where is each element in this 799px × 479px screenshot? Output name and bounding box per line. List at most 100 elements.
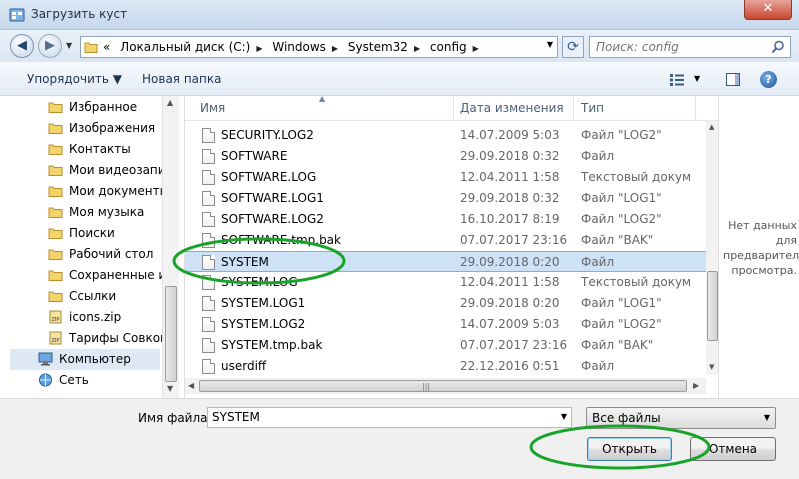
file-row[interactable]: SOFTWARE 29.09.2018 0:32 Файл xyxy=(185,146,708,167)
column-divider[interactable] xyxy=(573,96,574,121)
refresh-icon: ⟳ xyxy=(567,39,579,55)
navigation-pane-scrollbar[interactable]: ▲ ▼ xyxy=(162,96,179,398)
forward-button[interactable]: ▶ xyxy=(38,34,62,58)
view-dropdown-icon[interactable]: ▼ xyxy=(694,74,700,83)
breadcrumb-overflow[interactable]: « xyxy=(103,40,110,54)
column-header-name[interactable]: Имя xyxy=(200,101,225,115)
sidebar-item-label: Рабочий стол xyxy=(69,247,154,261)
file-icon xyxy=(202,212,215,227)
file-name: SOFTWARE.LOG2 xyxy=(221,212,324,226)
sidebar-item-searches[interactable]: Поиски xyxy=(48,223,178,244)
file-type: Файл xyxy=(581,149,615,163)
scroll-down-icon[interactable]: ▼ xyxy=(167,384,173,393)
file-row[interactable]: SYSTEM.LOG2 14.07.2009 5:03 Файл "LOG2" xyxy=(185,314,708,335)
sidebar-item-sovcombank-tariffs[interactable]: ZIPТарифы Совкомбанк xyxy=(48,328,178,349)
help-icon[interactable]: ? xyxy=(760,71,777,88)
title-bar: Загрузить куст ✕ xyxy=(0,0,799,30)
sidebar-item-computer[interactable]: Компьютер xyxy=(10,349,160,370)
folder-icon xyxy=(48,268,63,282)
filename-field[interactable] xyxy=(212,410,552,424)
preview-pane-toggle-icon[interactable] xyxy=(726,73,740,86)
new-folder-button[interactable]: Новая папка xyxy=(142,72,221,86)
breadcrumb-windows[interactable]: Windows xyxy=(272,40,326,54)
chevron-right-icon[interactable]: ▶ xyxy=(256,44,262,53)
command-bar: Упорядочить ▼ Новая папка ▼ ? xyxy=(0,62,799,96)
sidebar-item-music[interactable]: Моя музыка xyxy=(48,202,178,223)
scroll-down-icon[interactable]: ▼ xyxy=(709,363,714,371)
sidebar-item-desktop[interactable]: Рабочий стол xyxy=(48,244,178,265)
sidebar-item-label: Изображения xyxy=(69,121,156,135)
scroll-left-icon[interactable]: ◀ xyxy=(188,381,194,390)
file-type-filter-select[interactable]: Все файлы ▼ xyxy=(586,407,776,429)
folder-icon xyxy=(48,184,63,198)
scrollbar-thumb[interactable] xyxy=(165,286,177,382)
column-header-type[interactable]: Тип xyxy=(581,101,604,115)
file-row[interactable]: SECURITY.LOG2 14.07.2009 5:03 Файл "LOG2" xyxy=(185,125,708,146)
sidebar-item-network[interactable]: Сеть xyxy=(38,370,178,391)
address-dropdown-icon[interactable]: ▼ xyxy=(547,40,553,49)
file-type-filter-value: Все файлы xyxy=(592,411,661,425)
file-row[interactable]: SYSTEM.LOG 12.04.2011 1:58 Текстовый докум… xyxy=(185,272,708,293)
filename-combobox[interactable]: ▼ xyxy=(207,407,572,428)
sidebar-item-videos[interactable]: Мои видеозаписи xyxy=(48,160,178,181)
sidebar-item-links[interactable]: Ссылки xyxy=(48,286,178,307)
sidebar-item-pictures[interactable]: Изображения xyxy=(48,118,178,139)
view-options-icon[interactable] xyxy=(670,74,684,86)
cancel-button[interactable]: Отмена xyxy=(690,437,776,461)
breadcrumb-system32[interactable]: System32 xyxy=(348,40,408,54)
refresh-button[interactable]: ⟳ xyxy=(562,36,584,58)
sidebar-item-icons-zip[interactable]: ZIP icons.zip xyxy=(48,307,178,328)
file-row[interactable]: SOFTWARE.tmp.bak 07.07.2017 23:16 Файл "BA… xyxy=(185,230,708,251)
file-name: userdiff xyxy=(221,359,267,373)
scroll-up-icon[interactable]: ▲ xyxy=(709,123,714,131)
file-row[interactable]: SOFTWARE.LOG1 29.09.2018 0:32 Файл "LOG1" xyxy=(185,188,708,209)
file-name: SECURITY.LOG2 xyxy=(221,128,314,142)
column-divider[interactable] xyxy=(695,96,696,121)
file-row[interactable]: userdiff 22.12.2016 0:51 Файл xyxy=(185,356,708,377)
sidebar-item-saved-games[interactable]: Сохраненные игры xyxy=(48,265,178,286)
chevron-right-icon[interactable]: ▶ xyxy=(332,44,338,53)
svg-text:ZIP: ZIP xyxy=(52,338,60,344)
file-icon xyxy=(202,359,215,374)
recent-pages-dropdown-icon[interactable]: ▼ xyxy=(66,41,72,50)
folder-icon xyxy=(48,163,63,177)
breadcrumb-config[interactable]: config xyxy=(430,40,467,54)
address-bar[interactable]: « Локальный диск (C:) ▶ Windows ▶ System32… xyxy=(80,36,558,58)
file-name: SYSTEM xyxy=(221,255,269,269)
search-input[interactable] xyxy=(596,40,766,54)
grip-icon: ||| xyxy=(422,382,431,391)
column-header-date[interactable]: Дата изменения xyxy=(460,101,564,115)
scrollbar-thumb[interactable] xyxy=(707,271,718,341)
file-date: 14.07.2009 5:03 xyxy=(460,128,560,142)
scroll-up-icon[interactable]: ▲ xyxy=(167,98,173,107)
file-row[interactable]: SYSTEM.tmp.bak 07.07.2017 23:16 Файл "BAK" xyxy=(185,335,708,356)
close-button[interactable]: ✕ xyxy=(744,0,792,20)
search-icon[interactable] xyxy=(771,40,785,54)
file-row[interactable]: SYSTEM.LOG1 29.09.2018 0:20 Файл "LOG1" xyxy=(185,293,708,314)
sidebar-item-favorites[interactable]: Избранное xyxy=(48,97,178,118)
file-type: Файл "LOG2" xyxy=(581,317,662,331)
chevron-right-icon[interactable]: ▶ xyxy=(414,44,420,53)
sidebar-item-contacts[interactable]: Контакты xyxy=(48,139,178,160)
file-list-horizontal-scrollbar[interactable]: ◀ ||| ▶ xyxy=(185,378,706,394)
breadcrumb-local-disk[interactable]: Локальный диск (C:) xyxy=(120,40,250,54)
file-row[interactable]: SOFTWARE.LOG2 16.10.2017 8:19 Файл "LOG2" xyxy=(185,209,708,230)
chevron-right-icon[interactable]: ▶ xyxy=(473,44,479,53)
file-date: 29.09.2018 0:20 xyxy=(460,255,560,269)
registry-app-icon xyxy=(9,8,25,22)
column-divider[interactable] xyxy=(453,96,454,121)
open-button[interactable]: Открыть xyxy=(587,437,672,461)
sidebar-item-documents[interactable]: Мои документы xyxy=(48,181,178,202)
scroll-right-icon[interactable]: ▶ xyxy=(693,381,699,390)
filename-dropdown-icon[interactable]: ▼ xyxy=(561,412,567,421)
search-box[interactable] xyxy=(589,36,791,58)
sidebar-item-label: Моя музыка xyxy=(69,205,145,219)
file-date: 29.09.2018 0:32 xyxy=(460,149,560,163)
file-row[interactable]: SYSTEM 29.09.2018 0:20 Файл xyxy=(185,251,708,272)
back-button[interactable]: ◀ xyxy=(10,34,34,58)
file-row[interactable]: SOFTWARE.LOG 12.04.2011 1:58 Текстовый док… xyxy=(185,167,708,188)
breadcrumb: « Локальный диск (C:) ▶ Windows ▶ System32… xyxy=(103,40,485,54)
scrollbar-thumb[interactable]: ||| xyxy=(199,380,687,392)
address-row: ◀ ▶ ▼ « Локальный диск (C:) ▶ Windows ▶ Sy… xyxy=(0,30,799,62)
organize-menu-button[interactable]: Упорядочить ▼ xyxy=(27,72,122,86)
